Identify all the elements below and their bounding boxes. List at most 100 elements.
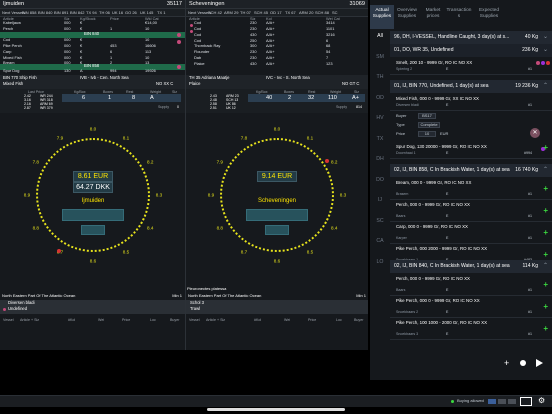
vessel-chip[interactable]: BIN 891 <box>54 10 68 16</box>
auction-filter-do[interactable]: DO <box>370 177 390 184</box>
auction-filter-sc[interactable]: SC <box>370 218 390 225</box>
auction-filter-all[interactable]: All <box>370 33 390 40</box>
table-cell: 230 <box>250 20 257 26</box>
gear-icon[interactable]: ⚙ <box>538 396 545 405</box>
table-cell: Mixed Fish <box>3 54 22 60</box>
vessel-code: NO XX C <box>156 81 174 86</box>
vessel-chip[interactable]: ARM 20 <box>299 10 313 16</box>
home-indicator[interactable] <box>207 408 345 411</box>
supply-item[interactable]: Pike Perch, 100 1000 - 2000 Gr, RO IC NO… <box>390 318 552 340</box>
add-bid-icon[interactable]: + <box>543 228 548 237</box>
supply-item[interactable]: Carp, 000 0 - 9999 Gr, RO IC NO XX Karper… <box>390 222 552 244</box>
table-cell: 19926 <box>145 68 156 74</box>
vessel-chip[interactable]: TX 94 <box>86 10 97 16</box>
table-cell: 3414 <box>326 20 335 26</box>
add-icon[interactable]: + <box>504 358 509 368</box>
supply-item[interactable]: Bream, 000 0 - 9999 Gr, RO IC NO XX Brase… <box>390 178 552 200</box>
bottom-list[interactable]: Diversen bladi Undefined <box>0 300 185 314</box>
auction-filter-tx[interactable]: TX <box>370 136 390 143</box>
next-vessels-row[interactable]: Next Vessels SCH 42 ARM 29 TH 07 SCH 45 … <box>186 9 368 17</box>
auction-filter-ca[interactable]: CA <box>370 238 390 245</box>
vessel-chip[interactable]: ARM 29 <box>224 10 238 16</box>
vessel-chip[interactable]: TX 1 <box>157 10 165 16</box>
table-cell: 130 <box>64 68 71 74</box>
vessel-chip[interactable]: SC <box>332 10 338 16</box>
supply-group-header[interactable]: 02, IJ, BIN 858, C In Brackish Water, 1 … <box>390 164 552 177</box>
vessel-chip[interactable]: BIN 840 <box>38 10 52 16</box>
vessel-chip[interactable]: BIN 858 <box>22 10 36 16</box>
bottom-list[interactable]: Schol 3 Trawl <box>186 300 368 314</box>
vessel-chip[interactable]: OD 17 <box>270 10 282 16</box>
table-cell: Cod <box>3 37 11 43</box>
tab-transactions[interactable]: Transactions <box>446 5 472 29</box>
vessel-chip[interactable]: SCH 42 <box>208 10 222 16</box>
vessel-chip[interactable]: BIN 842 <box>70 10 84 16</box>
bid-field[interactable] <box>246 209 308 221</box>
grid-icon[interactable] <box>520 397 532 406</box>
foot-headers: Vessel Article + Siz #Kol Wei Price Loc … <box>189 318 364 322</box>
table-cell: A/A+ <box>266 26 275 32</box>
vessel-chip[interactable]: TH 07 <box>240 10 251 16</box>
auction-city: Scheveningen <box>257 198 297 204</box>
tab-market-prices[interactable]: Market prices <box>422 5 444 29</box>
bid-field[interactable] <box>62 209 124 221</box>
play-icon[interactable] <box>536 359 543 367</box>
vessel-chip[interactable]: TH 06 <box>99 10 110 16</box>
auction-filter-th[interactable]: TH <box>370 74 390 81</box>
vessel-chip[interactable]: UK 145 <box>140 10 153 16</box>
vessel-info: BIN 770 Ship Fish IVB - Ivb - Cen. North… <box>0 75 185 89</box>
tab-expected-supplies[interactable]: Expected Supplies <box>474 5 504 29</box>
supply-group-header[interactable]: 01, IJ, BIN 770, Undefined, 1 day(s) at … <box>390 80 552 93</box>
bid-field-small[interactable] <box>265 225 289 235</box>
chevron-up-icon: ⌃ <box>542 167 548 173</box>
info-values-box: 6 1 8 A <box>62 94 181 102</box>
clock-tick-label: 7.9 <box>56 135 64 141</box>
supply-item[interactable]: Pike Perch, 000 0 - 9999 Gr, RO IC NO XX… <box>390 296 552 318</box>
add-bid-icon[interactable]: + <box>543 302 548 311</box>
add-bid-icon[interactable]: + <box>543 324 548 333</box>
add-bid-icon[interactable]: + <box>543 250 548 259</box>
supply-item[interactable]: Perch, 000 0 - 9999 Gr, RO IC NO XX Baars… <box>390 274 552 296</box>
supply-group-header[interactable]: 01, DO, WR 35, Undefined 236 Kg ⌄ <box>390 44 552 57</box>
price-input[interactable]: 10 <box>418 131 436 137</box>
badge-icon[interactable] <box>498 399 506 404</box>
auction-filter-ij[interactable]: IJ <box>370 197 390 204</box>
record-icon[interactable] <box>520 360 526 366</box>
vessel-chip[interactable]: SCH 45 <box>254 10 268 16</box>
supply-item[interactable]: Mixed Fish, 000 0 - 9999 Gr, XX IC NO XX… <box>390 94 552 111</box>
add-bid-icon[interactable]: + <box>543 184 548 193</box>
vessel-chip[interactable]: UK 16 <box>112 10 123 16</box>
add-bid-icon[interactable]: + <box>543 206 548 215</box>
add-bid-icon[interactable]: + <box>543 280 548 289</box>
status-dot <box>177 65 181 69</box>
supply-item[interactable]: Perch, 000 0 - 9999 Gr, RO IC NO XX Baars… <box>390 200 552 222</box>
tab-actual-supplies[interactable]: Actual Supplies <box>370 5 394 29</box>
auction-filter-hv[interactable]: HV <box>370 115 390 122</box>
table-cell: 000 <box>64 54 71 60</box>
table-row[interactable]: Spur Dog 130 A 994 19926 <box>0 68 185 75</box>
vessel-chip[interactable]: GO 26 <box>125 10 137 16</box>
supply-group-header[interactable]: 02, IJ, BIN 840, C In Brackish Water, 1 … <box>390 260 552 273</box>
table-row[interactable]: Plaice 430 A/A+ 123 <box>186 61 368 68</box>
vessel-chip[interactable]: SCH 88 <box>315 10 329 16</box>
remove-icon[interactable]: ✕ <box>530 128 540 138</box>
vessel-chip[interactable]: TX 67 <box>285 10 296 16</box>
supply-item[interactable]: Smelt, 200 10 - 9999 Gr, RO IC NO XX Spie… <box>390 58 552 75</box>
supply-group-header[interactable]: 96, DH, I-VESSEL, Handline Caught, 3 day… <box>390 31 552 44</box>
clock-tick-label: 8.4 <box>330 225 338 231</box>
supply-item[interactable]: Spur Dog, 130 20000 - 9999 Gr, RO IC NO … <box>390 142 552 159</box>
buyer-select[interactable]: BS17 <box>418 113 436 119</box>
auction-filter-dh[interactable]: DH <box>370 156 390 163</box>
tab-overview-supplies[interactable]: Overview Supplies <box>394 5 420 29</box>
auction-filter-od[interactable]: OD <box>370 95 390 102</box>
auction-filter-sm[interactable]: SM <box>370 54 390 61</box>
badge-icon[interactable] <box>488 399 496 404</box>
bid-field-small[interactable] <box>81 225 105 235</box>
table-cell: € <box>80 26 83 32</box>
clock-tick-label: 8.6 <box>89 258 97 264</box>
table-cell: Pike Perch <box>3 43 22 49</box>
badge-icon[interactable] <box>508 399 516 404</box>
auction-filter-lo[interactable]: LO <box>370 259 390 266</box>
type-select[interactable]: Complete <box>418 122 440 128</box>
table-cell: Perch <box>3 26 14 32</box>
